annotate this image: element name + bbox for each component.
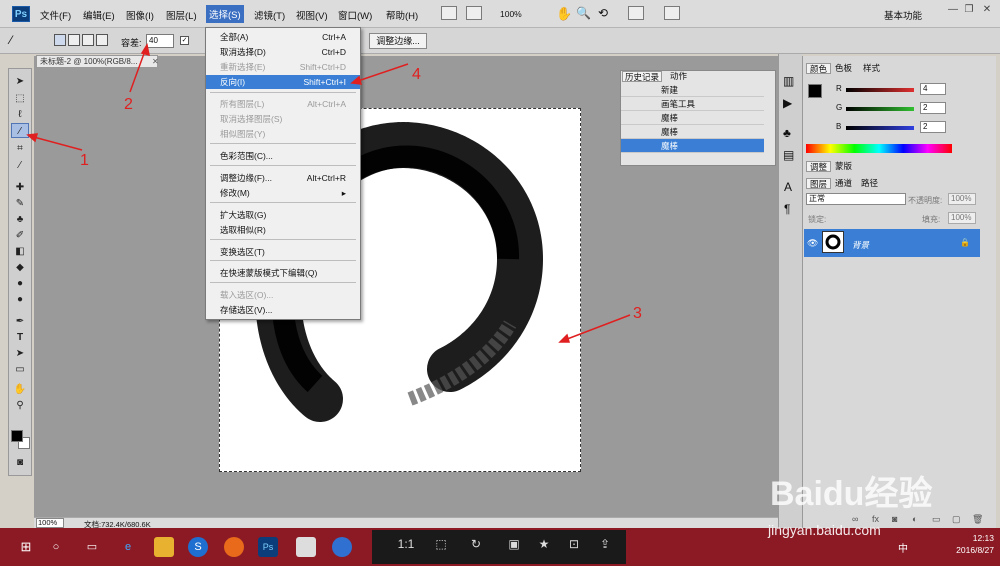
baidu-watermark: Baidu经验 xyxy=(770,475,933,513)
annotation-4: 4 xyxy=(412,66,421,83)
annotation-1: 1 xyxy=(80,152,89,169)
annotation-3: 3 xyxy=(633,305,642,322)
watermark-url: jingyan.baidu.com xyxy=(768,522,881,538)
annotation-2: 2 xyxy=(124,96,133,113)
